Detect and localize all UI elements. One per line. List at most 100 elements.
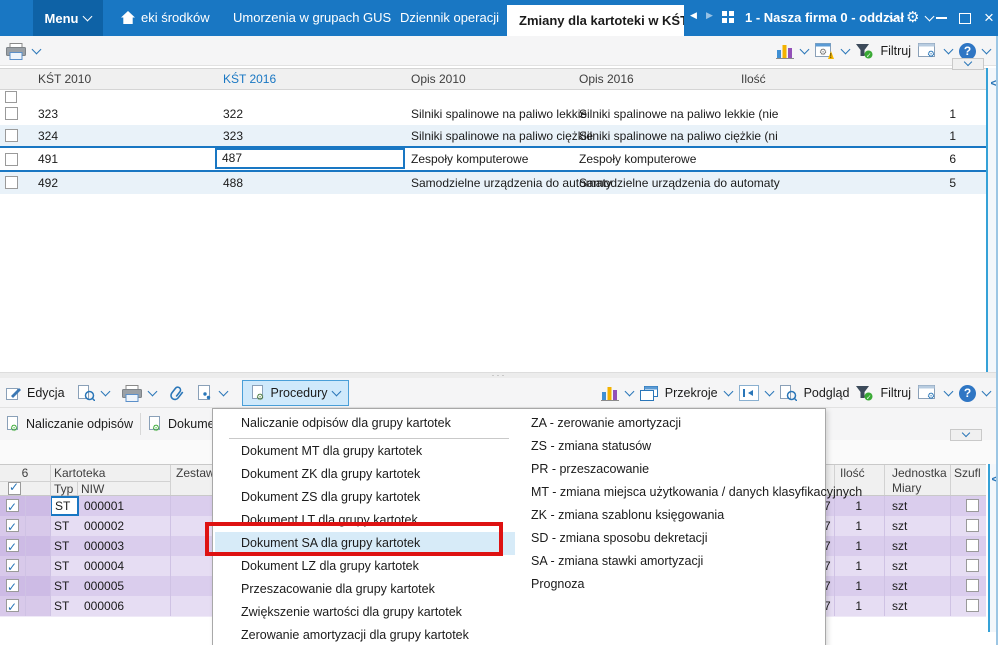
- preview-icon[interactable]: [779, 385, 797, 401]
- menu-item[interactable]: Zwiększenie wartości dla grupy kartotek: [215, 601, 515, 624]
- menu-item[interactable]: ZK - zmiana szablonu księgowania: [531, 504, 821, 527]
- row-checkbox[interactable]: [5, 107, 18, 120]
- settings-gear-icon[interactable]: ⚙: [906, 8, 919, 26]
- col-kst2016-sorted[interactable]: KŚT 2016: [223, 69, 276, 89]
- row-checkbox[interactable]: [6, 517, 19, 537]
- print-chevron-icon[interactable]: [31, 44, 42, 55]
- row-checkbox[interactable]: [5, 153, 18, 166]
- customize-view-icon[interactable]: ⚙: [918, 43, 938, 59]
- menu-item[interactable]: Dokument ZS dla grupy kartotek: [215, 486, 515, 509]
- szuflada-checkbox[interactable]: [966, 579, 979, 592]
- podglad-button[interactable]: Podgląd: [804, 386, 850, 400]
- szuflada-checkbox[interactable]: [966, 599, 979, 612]
- menu-item[interactable]: Dokument ZK dla grupy kartotek: [215, 463, 515, 486]
- table-row[interactable]: 323 322 Silniki spalinowe na paliwo lekk…: [0, 103, 986, 126]
- menu-item[interactable]: Dokument LZ dla grupy kartotek: [215, 555, 515, 578]
- szuflada-checkbox[interactable]: [966, 539, 979, 552]
- tab-kartoteki-srodkow[interactable]: eki środków: [141, 0, 210, 36]
- col-niw[interactable]: NIW: [81, 482, 104, 497]
- col-kst2010[interactable]: KŚT 2010: [38, 69, 91, 89]
- menu-item[interactable]: Zerowanie amortyzacji dla grupy kartotek: [215, 624, 515, 645]
- window-list-grid-icon[interactable]: [722, 11, 735, 24]
- menu-item[interactable]: Dokument MT dla grupy kartotek: [215, 440, 515, 463]
- help-chevron-icon[interactable]: [981, 44, 992, 55]
- naliczanie-odpisow-button[interactable]: ⚙ Naliczanie odpisów: [6, 416, 133, 432]
- attachment-paperclip-icon[interactable]: [169, 385, 184, 402]
- menu-item[interactable]: ZS - zmiana statusów: [531, 435, 821, 458]
- minimize-button[interactable]: [930, 0, 952, 36]
- document-actions-chevron-icon[interactable]: [218, 386, 228, 397]
- tab-zmiany-kartoteki-active[interactable]: Zmiany dla kartoteki w KŚT: [507, 5, 684, 36]
- szuflada-checkbox[interactable]: [966, 499, 979, 512]
- menu-item[interactable]: Naliczanie odpisów dla grupy kartotek: [215, 412, 515, 435]
- dock-panel-chevron-icon[interactable]: [764, 386, 775, 397]
- col-zestaw[interactable]: Zestaw: [176, 466, 215, 481]
- menu-item[interactable]: Przeszacowanie dla grupy kartotek: [215, 578, 515, 601]
- col-jednostka-miary[interactable]: Jednostka: [892, 466, 947, 481]
- row-checkbox[interactable]: [6, 597, 19, 617]
- row-checkbox[interactable]: [5, 129, 18, 142]
- select-all-checkbox[interactable]: [8, 480, 21, 495]
- layouts-icon[interactable]: [639, 385, 658, 401]
- menu-item[interactable]: Prognoza: [531, 573, 821, 596]
- row-checkbox[interactable]: [6, 557, 19, 577]
- typ-focus-cell[interactable]: ST: [50, 496, 79, 516]
- print-icon[interactable]: [6, 42, 26, 60]
- table-row-selected[interactable]: 491 487 Zespoły komputerowe Zespoły komp…: [0, 146, 986, 172]
- menu-item[interactable]: ZA - zerowanie amortyzacji: [531, 412, 821, 435]
- table-row[interactable]: 492 488 Samodzielne urządzenia do automa…: [0, 172, 986, 194]
- window-warning-icon[interactable]: ⚙ !: [815, 42, 835, 60]
- filtruj-button[interactable]: Filtruj: [880, 44, 911, 58]
- customize-view-icon[interactable]: ⚙: [918, 385, 938, 401]
- menu-item[interactable]: SD - zmiana sposobu dekretacji: [531, 527, 821, 550]
- tab-dziennik-operacji[interactable]: Dziennik operacji: [400, 0, 499, 36]
- print-icon[interactable]: [121, 384, 142, 402]
- przekroje-button[interactable]: Przekroje: [665, 386, 718, 400]
- customize-chevron-icon[interactable]: [943, 44, 954, 55]
- company-selector[interactable]: 1 - Nasza firma 0 - oddział: [745, 0, 904, 36]
- col-opis2010[interactable]: Opis 2010: [411, 69, 466, 89]
- chart-chevron-icon[interactable]: [624, 386, 635, 397]
- collapse-toolbar-notch[interactable]: [952, 57, 984, 70]
- filter-icon[interactable]: ✓: [856, 385, 873, 401]
- collapse-bottom-toolbar-notch[interactable]: [950, 428, 982, 441]
- menu-item[interactable]: Dokument LT dla grupy kartotek: [215, 509, 515, 532]
- chart-icon[interactable]: [600, 385, 619, 401]
- table-row[interactable]: 324 323 Silniki spalinowe na paliwo cięż…: [0, 125, 986, 147]
- window-warning-chevron-icon[interactable]: [840, 44, 851, 55]
- tab-umorzenia-gus[interactable]: Umorzenia w grupach GUS: [233, 0, 391, 36]
- col-szuflada[interactable]: Szufl: [954, 466, 986, 481]
- col-opis2016[interactable]: Opis 2016: [579, 69, 634, 89]
- filter-icon[interactable]: ✓: [856, 43, 873, 59]
- col-typ[interactable]: Typ: [54, 482, 73, 497]
- menu-item[interactable]: MT - zmiana miejsca użytkowania / danych…: [531, 481, 862, 504]
- tab-scroll-left-icon[interactable]: ◀: [690, 10, 697, 21]
- col-group-kartoteka[interactable]: Kartoteka: [54, 466, 105, 481]
- row-checkbox[interactable]: [6, 497, 19, 517]
- przekroje-chevron-icon[interactable]: [723, 386, 734, 397]
- open-record-icon[interactable]: [77, 385, 95, 401]
- help-chevron-icon[interactable]: [981, 386, 992, 397]
- filtruj-button[interactable]: Filtruj: [880, 386, 911, 400]
- dock-panel-icon[interactable]: [738, 385, 759, 401]
- chart-chevron-icon[interactable]: [799, 44, 810, 55]
- tab-scroll-right-icon[interactable]: ▶: [706, 10, 713, 21]
- szuflada-checkbox[interactable]: [966, 559, 979, 572]
- menu-item[interactable]: SA - zmiana stawki amortyzacji: [531, 550, 821, 573]
- szuflada-checkbox[interactable]: [966, 519, 979, 532]
- document-actions-icon[interactable]: [197, 385, 213, 401]
- main-menu-button[interactable]: Menu: [33, 0, 103, 36]
- home-icon[interactable]: [120, 10, 136, 25]
- open-record-chevron-icon[interactable]: [100, 386, 110, 397]
- menu-item[interactable]: PR - przeszacowanie: [531, 458, 821, 481]
- col-ilosc[interactable]: Ilość: [840, 466, 865, 481]
- help-icon[interactable]: ?: [959, 384, 976, 402]
- row-checkbox[interactable]: [6, 577, 19, 597]
- kst2016-edit-cell[interactable]: 487: [215, 148, 405, 169]
- customize-chevron-icon[interactable]: [943, 386, 954, 397]
- row-checkbox[interactable]: [6, 537, 19, 557]
- procedury-button[interactable]: ⚙ Procedury: [241, 380, 349, 406]
- col-ilosc[interactable]: Ilość: [741, 69, 766, 89]
- filter-row-checkbox[interactable]: [5, 91, 17, 103]
- close-button[interactable]: ×: [978, 0, 998, 36]
